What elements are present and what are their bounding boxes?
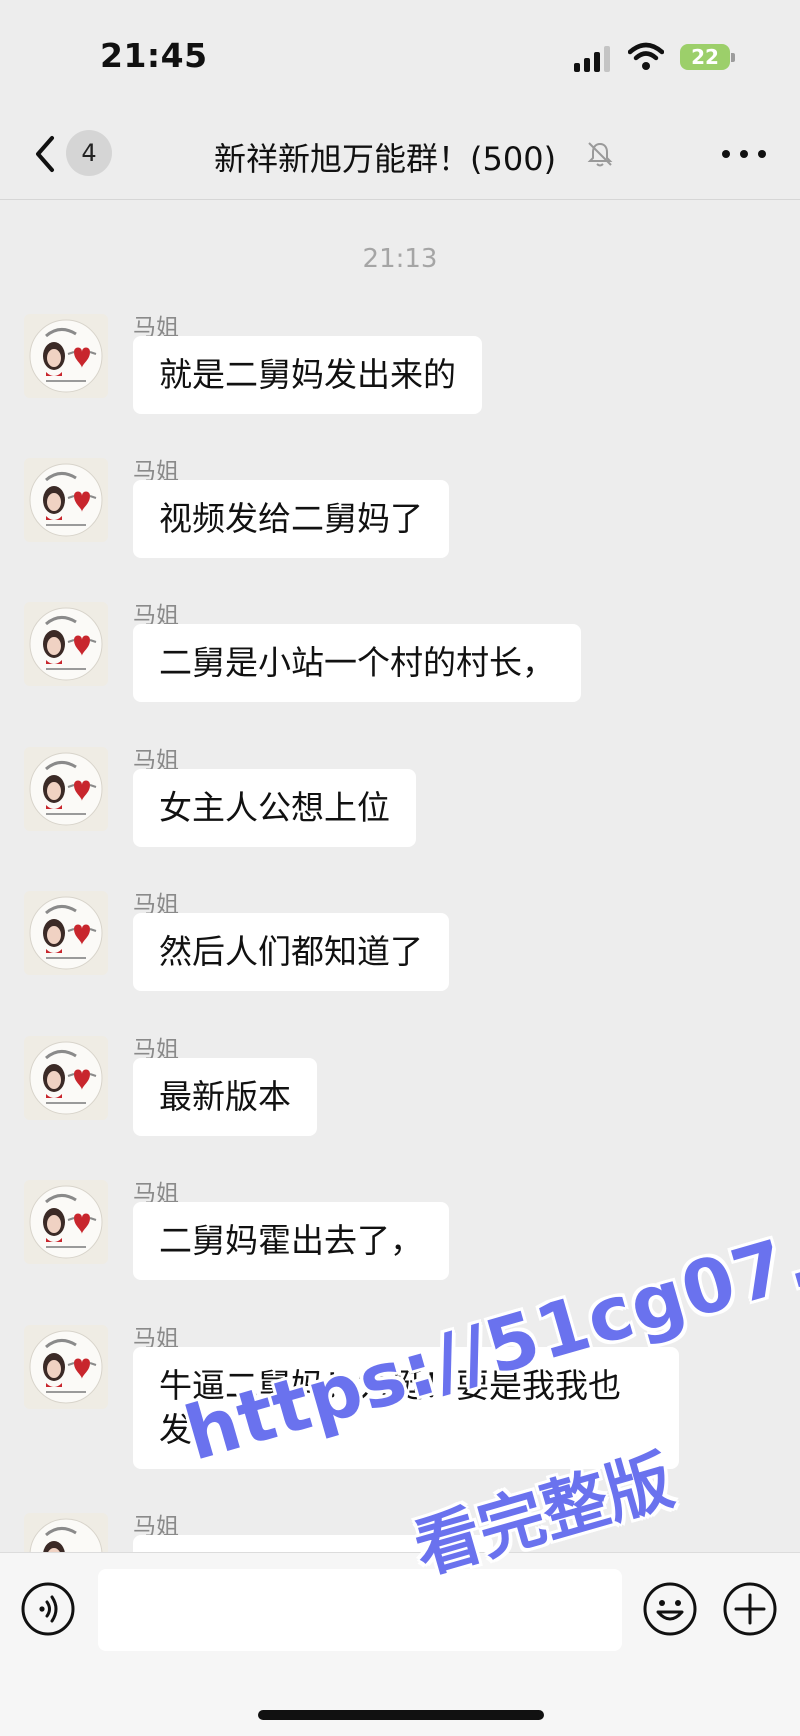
avatar-image <box>24 747 108 831</box>
avatar-image <box>24 314 108 398</box>
message-bubble[interactable]: 就是二舅妈发出来的 <box>133 336 482 414</box>
message-bubble[interactable] <box>133 1535 493 1552</box>
avatar[interactable] <box>24 747 108 831</box>
message-bubble[interactable]: 二舅妈霍出去了， <box>133 1202 449 1280</box>
avatar[interactable] <box>24 314 108 398</box>
avatar-image <box>24 1036 108 1120</box>
mute-icon <box>587 142 613 167</box>
message-bubble[interactable]: 视频发给二舅妈了 <box>133 480 449 558</box>
avatar[interactable] <box>24 1325 108 1409</box>
wifi-icon <box>628 42 664 70</box>
message-bubble[interactable]: 二舅是小站一个村的村长， <box>133 624 581 702</box>
emoji-icon[interactable] <box>642 1581 698 1637</box>
battery-icon: 22 <box>680 44 730 70</box>
avatar[interactable] <box>24 1513 108 1552</box>
message-timestamp: 21:13 <box>362 244 438 274</box>
avatar-image <box>24 1513 108 1552</box>
status-time: 21:45 <box>100 36 208 75</box>
battery-tip <box>731 53 735 62</box>
avatar[interactable] <box>24 458 108 542</box>
more-icon[interactable] <box>722 148 766 160</box>
input-bar <box>0 1552 800 1736</box>
avatar[interactable] <box>24 891 108 975</box>
avatar-image <box>24 602 108 686</box>
battery-level: 22 <box>691 45 719 69</box>
avatar-image <box>24 1180 108 1264</box>
avatar-image <box>24 1325 108 1409</box>
avatar[interactable] <box>24 602 108 686</box>
group-title[interactable]: 新祥新旭万能群！(500) <box>214 134 556 180</box>
message-bubble[interactable]: 最新版本 <box>133 1058 317 1136</box>
message-bubble[interactable]: 牛逼二舅妈！力挺！要是我我也发 <box>133 1347 679 1469</box>
plus-icon[interactable] <box>722 1581 778 1637</box>
voice-icon[interactable] <box>20 1581 76 1637</box>
avatar[interactable] <box>24 1036 108 1120</box>
avatar-image <box>24 891 108 975</box>
message-input[interactable] <box>98 1569 622 1651</box>
avatar[interactable] <box>24 1180 108 1264</box>
home-indicator[interactable] <box>258 1710 544 1720</box>
status-bar: 21:45 22 <box>0 0 800 110</box>
chat-area[interactable]: 21:13 马姐 就是二舅妈发出来的 马姐 视频发给二舅妈了 马姐 二舅是小站一… <box>0 200 800 1552</box>
signal-icon <box>574 46 610 72</box>
avatar-image <box>24 458 108 542</box>
message-bubble[interactable]: 然后人们都知道了 <box>133 913 449 991</box>
message-bubble[interactable]: 女主人公想上位 <box>133 769 416 847</box>
back-icon[interactable] <box>30 134 60 174</box>
unread-count-badge[interactable]: 4 <box>66 130 112 176</box>
chat-header: 4 新祥新旭万能群！(500) <box>0 110 800 200</box>
